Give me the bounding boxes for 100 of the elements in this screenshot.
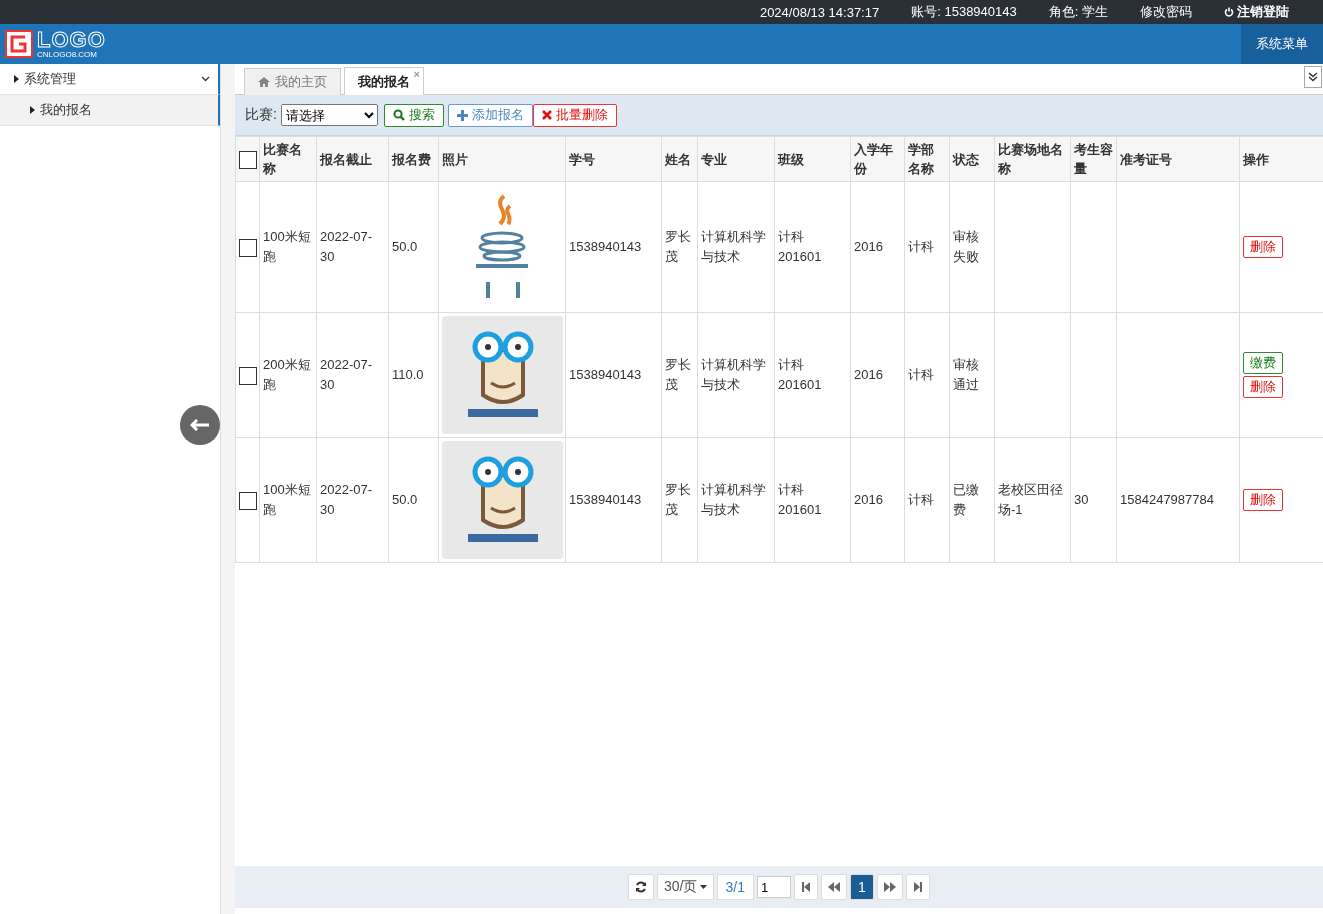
table-cell: 计科201601	[778, 357, 822, 392]
column-header: 准考证号	[1116, 136, 1240, 182]
column-header: 专业	[697, 136, 775, 182]
search-button[interactable]: 搜索	[383, 103, 444, 127]
sidebar-item[interactable]: 我的报名	[0, 95, 220, 126]
table-cell: 200米短跑	[263, 357, 311, 392]
table-cell: 计科	[908, 239, 934, 254]
close-icon	[541, 110, 552, 120]
table-cell: 罗长茂	[665, 482, 691, 517]
logout-link[interactable]: 注销登陆	[1224, 3, 1289, 21]
table-cell: 2022-07-30	[320, 482, 373, 517]
table-cell: 50.0	[392, 492, 418, 507]
select-all-checkbox[interactable]	[239, 150, 257, 169]
home-icon	[258, 77, 270, 87]
table-cell: 审核通过	[953, 357, 979, 392]
table-cell: 罗长茂	[665, 229, 691, 264]
table-cell: 2016	[854, 367, 883, 382]
search-icon	[392, 109, 405, 121]
table-cell: 计算机科学与技术	[701, 482, 766, 517]
column-header: 学部名称	[904, 136, 950, 182]
table-cell: 计科201601	[778, 482, 822, 517]
logo-mark-icon	[5, 30, 33, 58]
table-cell: 计科	[908, 492, 934, 507]
delete-button[interactable]: 删除	[1243, 236, 1283, 258]
rewind-icon	[827, 882, 840, 892]
column-header: 报名截止	[316, 136, 389, 182]
table-cell: 1584247987784	[1120, 492, 1214, 507]
row-checkbox[interactable]	[239, 238, 257, 257]
power-icon	[1224, 7, 1234, 17]
table-cell: 罗长茂	[665, 357, 691, 392]
table-cell: 2022-07-30	[320, 229, 373, 264]
double-chevron-icon	[1308, 72, 1318, 82]
datetime-text: 2024/08/13 14:37:17	[759, 4, 880, 20]
table-cell: 2022-07-30	[320, 357, 373, 392]
table-cell: 1538940143	[569, 492, 642, 507]
table-cell: 1538940143	[569, 367, 642, 382]
change-password-link[interactable]: 修改密码	[1140, 3, 1192, 21]
competition-select[interactable]: 请选择	[280, 104, 378, 126]
row-checkbox[interactable]	[239, 366, 257, 385]
table-cell: 2016	[854, 239, 883, 254]
column-header: 考生容量	[1070, 136, 1117, 182]
next-page-button[interactable]	[876, 874, 903, 900]
column-header: 姓名	[661, 136, 698, 182]
column-header: 比赛场地名称	[994, 136, 1071, 182]
account-text: 账号: 1538940143	[911, 3, 1017, 21]
column-header: 班级	[774, 136, 851, 182]
table-cell: 计算机科学与技术	[701, 357, 766, 392]
table-cell: 2016	[854, 492, 883, 507]
left-arrow-icon	[190, 419, 210, 431]
delete-button[interactable]: 批量删除	[532, 103, 617, 127]
table-cell: 计算机科学与技术	[701, 229, 766, 264]
table-cell: 计科201601	[778, 229, 822, 264]
tab-menu-button[interactable]	[1304, 66, 1322, 88]
column-header: 入学年份	[850, 136, 905, 182]
page-size-dropdown[interactable]: 30/页	[657, 874, 714, 900]
table-cell: 50.0	[392, 239, 418, 254]
logo-text: LOGO	[37, 29, 106, 51]
system-menu-button[interactable]: 系统菜单	[1241, 24, 1323, 64]
table-cell: 已缴费	[953, 482, 979, 517]
page-input[interactable]: 1	[756, 876, 791, 898]
tab[interactable]: 我的主页	[244, 68, 341, 95]
filter-label: 比赛:	[245, 106, 277, 124]
pay-button[interactable]: 缴费	[1243, 352, 1283, 374]
tab[interactable]: 我的报名 ×	[344, 67, 424, 95]
caret-icon	[699, 885, 707, 889]
page-info: 3/1	[716, 874, 754, 900]
plus-icon	[456, 109, 468, 121]
last-page-button[interactable]	[905, 874, 930, 900]
table-cell: 老校区田径场-1	[998, 482, 1063, 517]
column-header: 学号	[565, 136, 662, 182]
row-checkbox[interactable]	[239, 491, 257, 510]
add-button[interactable]: 添加报名	[447, 103, 533, 127]
refresh-icon	[635, 881, 648, 893]
first-page-button[interactable]	[793, 874, 818, 900]
refresh-button[interactable]	[628, 874, 655, 900]
column-header: 照片	[438, 136, 566, 182]
column-header: 操作	[1239, 136, 1323, 182]
caret-icon	[30, 106, 35, 114]
table-cell: 计科	[908, 367, 934, 382]
logo-subtitle: CNLOGO8.COM	[37, 51, 98, 59]
page-button[interactable]: 1	[849, 874, 874, 900]
table-cell: 100米短跑	[263, 229, 311, 264]
delete-button[interactable]: 删除	[1243, 489, 1283, 511]
delete-button[interactable]: 删除	[1243, 376, 1283, 398]
chevron-icon	[201, 76, 210, 82]
skip-back-icon	[800, 882, 811, 892]
table-cell: 1538940143	[569, 239, 642, 254]
column-header: 状态	[949, 136, 995, 182]
skip-forward-icon	[912, 882, 923, 892]
table-cell: 30	[1074, 492, 1089, 507]
table-cell: 100米短跑	[263, 482, 311, 517]
fast-forward-icon	[883, 882, 896, 892]
table-cell: 110.0	[392, 367, 424, 382]
column-header: 比赛名称	[259, 136, 317, 182]
role-text: 角色: 学生	[1048, 3, 1108, 21]
table-cell: 审核失败	[953, 229, 979, 264]
previous-page-button[interactable]	[820, 874, 847, 900]
caret-icon	[14, 75, 19, 83]
column-header: 报名费	[388, 136, 439, 182]
sidebar-group[interactable]: 系统管理	[0, 64, 220, 95]
